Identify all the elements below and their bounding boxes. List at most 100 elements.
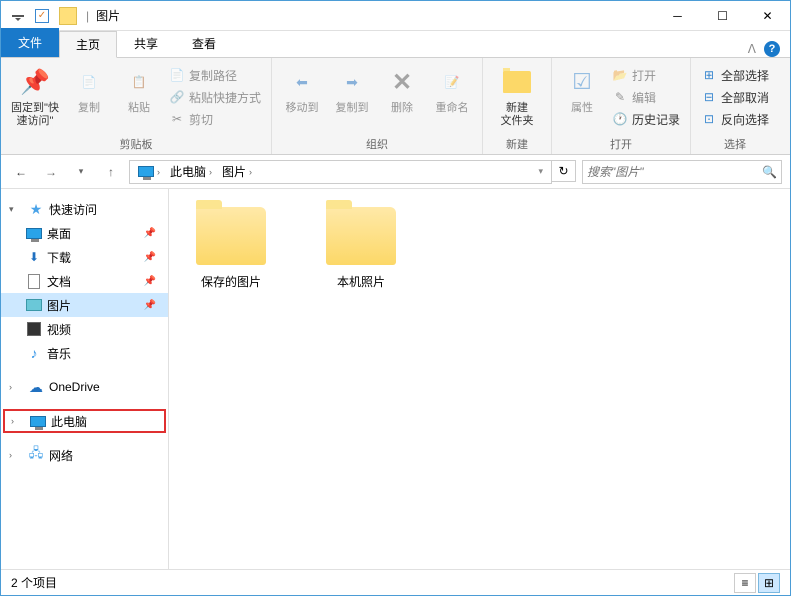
pin-quickaccess-button[interactable]: 📌 固定到"快 速访问" — [7, 62, 63, 138]
folder-item[interactable]: 保存的图片 — [181, 207, 281, 290]
up-button[interactable]: ↑ — [99, 160, 123, 184]
back-button[interactable]: ← — [9, 160, 33, 184]
sidebar-pictures[interactable]: 图片📌 — [1, 293, 168, 317]
breadcrumb-dropdown[interactable]: ▾ — [538, 166, 547, 177]
history-button[interactable]: 🕐历史记录 — [608, 108, 684, 130]
icons-view-button[interactable]: ⊞ — [758, 573, 780, 593]
properties-button[interactable]: ☑ 属性 — [558, 62, 606, 138]
pin-icon: 📌 — [19, 66, 51, 98]
pin-icon: 📌 — [144, 252, 164, 263]
open-button[interactable]: 📂打开 — [608, 64, 684, 86]
rename-button[interactable]: 📝 重命名 — [428, 62, 476, 138]
chevron-right-icon[interactable]: › — [9, 450, 23, 460]
edit-button[interactable]: ✎编辑 — [608, 86, 684, 108]
folder-label: 本机照片 — [337, 273, 385, 290]
moveto-icon: ⬅ — [286, 66, 318, 98]
video-icon — [25, 321, 43, 337]
chevron-down-icon[interactable]: ▾ — [9, 204, 23, 215]
invert-button[interactable]: ⊡反向选择 — [697, 108, 773, 130]
star-icon: ★ — [27, 201, 45, 217]
selectnone-icon: ⊟ — [701, 89, 717, 105]
details-view-button[interactable]: ≡ — [734, 573, 756, 593]
status-bar: 2 个项目 ≡ ⊞ — [1, 569, 790, 595]
properties-icon: ☑ — [566, 66, 598, 98]
chevron-right-icon[interactable]: › — [11, 416, 25, 426]
sidebar-onedrive[interactable]: › ☁ OneDrive — [1, 375, 168, 399]
pin-icon: 📌 — [144, 228, 164, 239]
sidebar-thispc[interactable]: › 此电脑 — [3, 409, 166, 433]
breadcrumb-thispc[interactable]: 此电脑› — [166, 161, 216, 182]
sidebar-desktop[interactable]: 桌面📌 — [1, 221, 168, 245]
maximize-button[interactable]: ☐ — [700, 2, 745, 30]
sidebar-quickaccess[interactable]: ▾ ★ 快速访问 — [1, 197, 168, 221]
group-label: 选择 — [691, 136, 779, 152]
music-icon: ♪ — [25, 345, 43, 361]
sidebar-music[interactable]: ♪ 音乐 — [1, 341, 168, 365]
forward-button[interactable]: → — [39, 160, 63, 184]
group-label: 打开 — [552, 136, 690, 152]
paste-button[interactable]: 📋 粘贴 — [115, 62, 163, 138]
search-box[interactable]: 🔍 — [582, 160, 782, 184]
copypath-button[interactable]: 📄复制路径 — [165, 64, 265, 86]
desktop-icon — [25, 225, 43, 241]
breadcrumb-root-icon[interactable]: › — [134, 164, 164, 179]
sidebar-documents[interactable]: 文档📌 — [1, 269, 168, 293]
history-icon: 🕐 — [612, 111, 628, 127]
selectnone-button[interactable]: ⊟全部取消 — [697, 86, 773, 108]
minimize-button[interactable]: ─ — [655, 2, 700, 30]
folder-item[interactable]: 本机照片 — [311, 207, 411, 290]
rename-icon: 📝 — [436, 66, 468, 98]
qat-dropdown[interactable] — [7, 5, 29, 27]
sidebar-downloads[interactable]: ⬇ 下载📌 — [1, 245, 168, 269]
breadcrumb-current[interactable]: 图片› — [218, 161, 256, 182]
search-icon[interactable]: 🔍 — [762, 165, 777, 179]
recent-dropdown[interactable]: ▾ — [69, 160, 93, 184]
collapse-ribbon-icon[interactable]: ᐱ — [748, 42, 756, 56]
address-bar: ← → ▾ ↑ › 此电脑› 图片› ▾ ↻ 🔍 — [1, 155, 790, 189]
window-title: 图片 — [96, 7, 120, 24]
path-icon: 📄 — [169, 67, 185, 83]
tab-view[interactable]: 查看 — [175, 30, 233, 57]
refresh-button[interactable]: ↻ — [552, 160, 576, 182]
tab-share[interactable]: 共享 — [117, 30, 175, 57]
tab-file[interactable]: 文件 — [1, 28, 59, 57]
ribbon-group-new: 新建 文件夹 新建 — [483, 58, 552, 154]
window-controls: ─ ☐ ✕ — [655, 2, 790, 30]
copyto-button[interactable]: ➡ 复制到 — [328, 62, 376, 138]
copy-button[interactable]: 📄 复制 — [65, 62, 113, 138]
chevron-right-icon[interactable]: › — [9, 382, 23, 392]
folder-icon — [326, 207, 396, 265]
breadcrumb-bar[interactable]: › 此电脑› 图片› ▾ — [129, 160, 552, 184]
invert-icon: ⊡ — [701, 111, 717, 127]
shortcut-icon: 🔗 — [169, 89, 185, 105]
cloud-icon: ☁ — [27, 379, 45, 395]
newfolder-icon — [501, 66, 533, 98]
quick-access-toolbar: ✓ | — [1, 5, 92, 27]
titlebar: ✓ | 图片 ─ ☐ ✕ — [1, 1, 790, 31]
delete-button[interactable]: ✕ 删除 — [378, 62, 426, 138]
picture-icon — [25, 297, 43, 313]
selectall-icon: ⊞ — [701, 67, 717, 83]
pin-icon: 📌 — [144, 300, 164, 311]
close-button[interactable]: ✕ — [745, 2, 790, 30]
file-list[interactable]: 保存的图片 本机照片 — [169, 189, 790, 569]
item-count: 2 个项目 — [11, 574, 57, 591]
main-area: ▾ ★ 快速访问 桌面📌 ⬇ 下载📌 文档📌 图片📌 视频 ♪ 音乐 — [1, 189, 790, 569]
group-label: 组织 — [272, 136, 482, 152]
search-input[interactable] — [587, 165, 762, 179]
ribbon-group-select: ⊞全部选择 ⊟全部取消 ⊡反向选择 选择 — [691, 58, 779, 154]
sidebar-videos[interactable]: 视频 — [1, 317, 168, 341]
selectall-button[interactable]: ⊞全部选择 — [697, 64, 773, 86]
tab-home[interactable]: 主页 — [59, 31, 117, 58]
newfolder-button[interactable]: 新建 文件夹 — [489, 62, 545, 138]
network-icon: 🖧 — [27, 447, 45, 463]
sidebar-network[interactable]: › 🖧 网络 — [1, 443, 168, 467]
delete-icon: ✕ — [386, 66, 418, 98]
moveto-button[interactable]: ⬅ 移动到 — [278, 62, 326, 138]
help-icon[interactable]: ? — [764, 41, 780, 57]
qat-properties[interactable]: ✓ — [31, 5, 53, 27]
cut-button[interactable]: ✂剪切 — [165, 108, 265, 130]
copyto-icon: ➡ — [336, 66, 368, 98]
pin-icon: 📌 — [144, 276, 164, 287]
paste-shortcut-button[interactable]: 🔗粘贴快捷方式 — [165, 86, 265, 108]
